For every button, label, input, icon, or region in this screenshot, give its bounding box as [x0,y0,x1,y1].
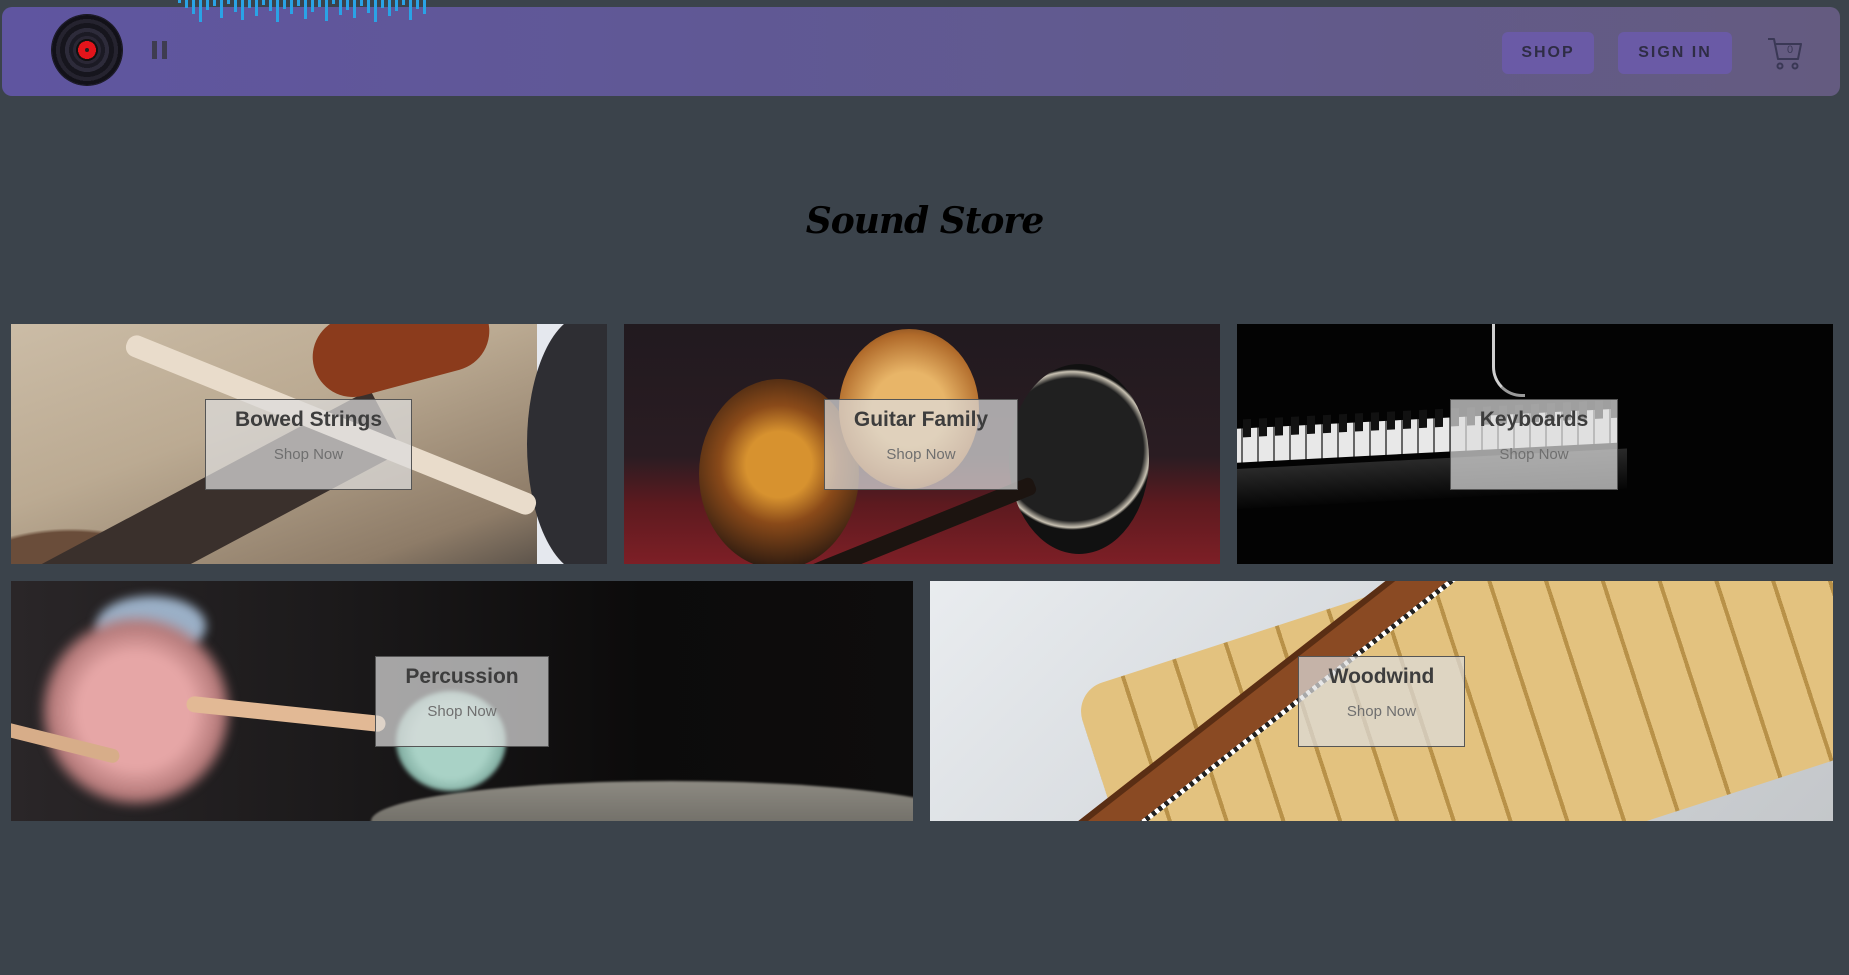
category-label-box[interactable]: Percussion Shop Now [375,656,549,747]
waveform-bar [360,0,363,6]
vinyl-record-icon[interactable] [52,15,122,85]
shop-now-link[interactable]: Shop Now [1499,446,1568,463]
waveform-bar [346,0,349,10]
shop-now-link[interactable]: Shop Now [1347,703,1416,720]
category-name: Bowed Strings [234,408,382,431]
pause-icon[interactable] [152,41,170,59]
waveform-bar [276,0,279,22]
cart-outline [1768,38,1802,70]
waveform-bar [381,0,384,8]
waveform-bar [227,0,230,4]
category-label-box[interactable]: Bowed Strings Shop Now [205,399,412,490]
waveform-bar [353,0,356,18]
audio-waveform [178,0,426,22]
waveform-bar [269,0,272,11]
waveform-bar [325,0,328,21]
waveform-bar [395,0,398,11]
shop-now-link[interactable]: Shop Now [427,703,496,720]
waveform-bar [290,0,293,14]
category-name: Keyboards [1479,408,1589,431]
category-name: Percussion [405,665,519,688]
waveform-bar [367,0,370,13]
image-detail [1009,364,1149,554]
waveform-bar [213,0,216,6]
category-name: Guitar Family [853,408,989,431]
waveform-bar [192,0,195,14]
waveform-bar [185,0,188,8]
waveform-bar [332,0,335,4]
category-tile-woodwind[interactable]: Woodwind Shop Now [930,581,1833,821]
waveform-bar [199,0,202,22]
waveform-bar [388,0,391,16]
category-tile-keyboards[interactable]: Keyboards Shop Now [1237,324,1833,564]
waveform-bar [423,0,426,14]
waveform-bar [248,0,251,8]
waveform-bar [178,0,181,3]
waveform-bar [318,0,321,7]
cart-count-badge: 0 [1787,44,1794,56]
waveform-bar [304,0,307,19]
category-label-box[interactable]: Woodwind Shop Now [1298,656,1465,747]
waveform-bar [402,0,405,5]
waveform-bar [409,0,412,20]
waveform-bar [374,0,377,22]
category-name: Woodwind [1328,665,1435,688]
sign-in-button[interactable]: SIGN IN [1618,32,1732,74]
waveform-bar [262,0,265,5]
category-tile-guitar-family[interactable]: Guitar Family Shop Now [624,324,1220,564]
waveform-bar [234,0,237,12]
waveform-bar [255,0,258,16]
waveform-bar [416,0,419,9]
waveform-bar [297,0,300,6]
shop-now-link[interactable]: Shop Now [886,446,955,463]
category-tile-percussion[interactable]: Percussion Shop Now [11,581,913,821]
category-label-box[interactable]: Guitar Family Shop Now [824,399,1018,490]
waveform-bar [311,0,314,12]
waveform-bar [339,0,342,15]
cart-icon[interactable]: 0 [1766,35,1804,71]
page-title: Sound Store [805,200,1045,242]
waveform-bar [206,0,209,10]
waveform-bar [283,0,286,9]
category-label-box[interactable]: Keyboards Shop Now [1450,399,1618,490]
category-tile-bowed-strings[interactable]: Bowed Strings Shop Now [11,324,607,564]
shop-button[interactable]: SHOP [1502,32,1594,74]
waveform-bar [241,0,244,20]
waveform-bar [220,0,223,18]
shop-now-link[interactable]: Shop Now [274,446,343,463]
